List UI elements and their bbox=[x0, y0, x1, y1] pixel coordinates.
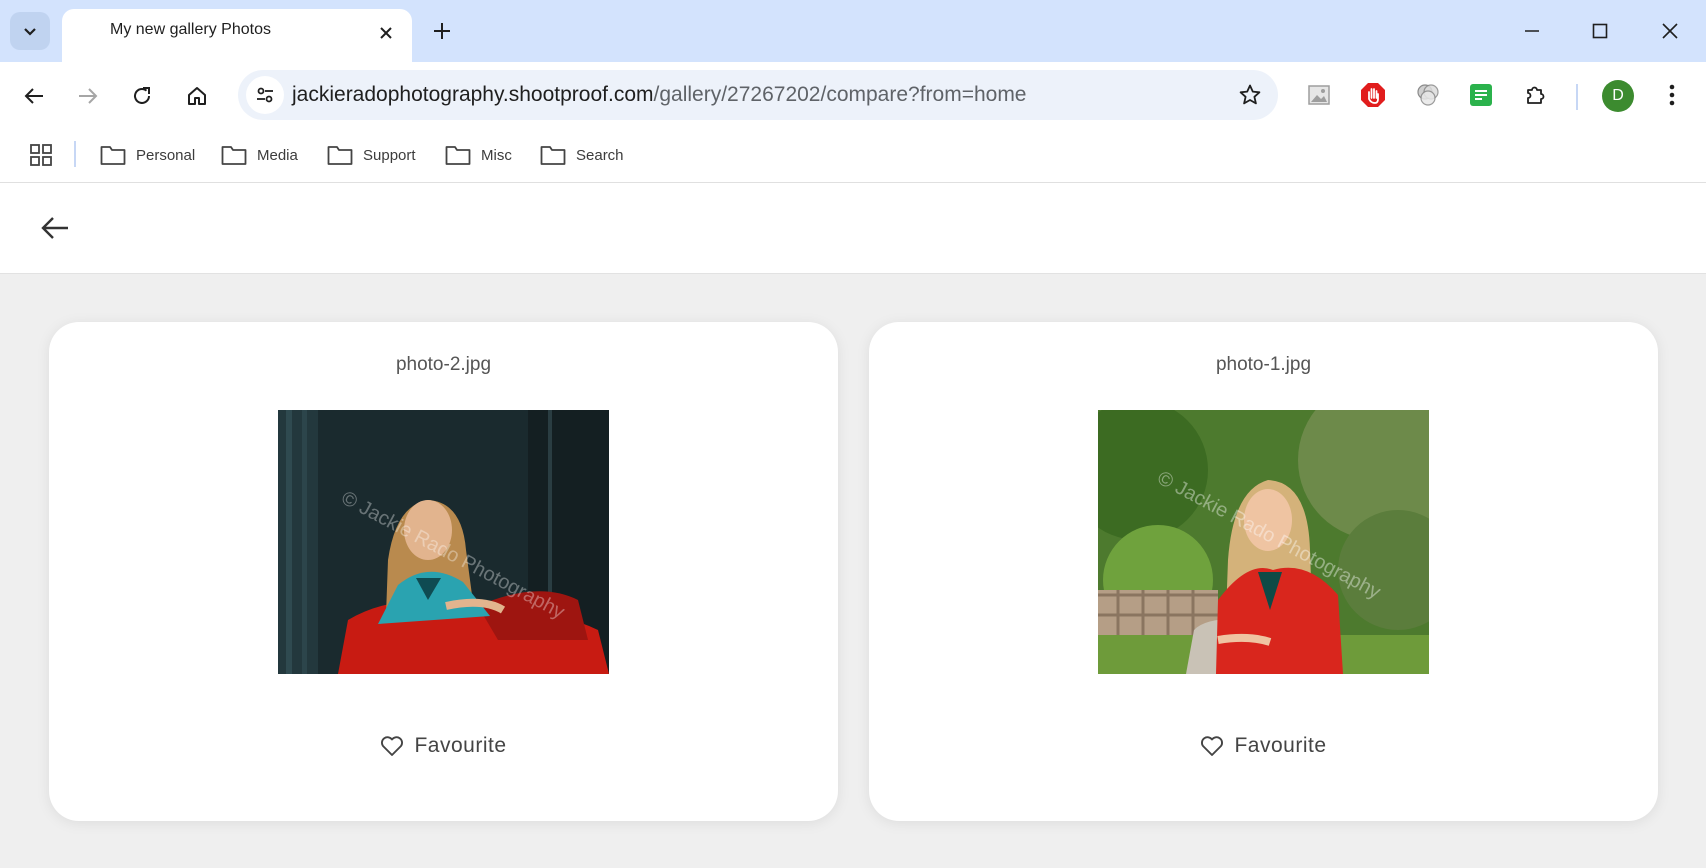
folder-icon bbox=[445, 146, 471, 165]
favourite-button[interactable]: Favourite bbox=[49, 734, 838, 758]
image-icon bbox=[1308, 85, 1330, 105]
browser-toolbar: jackieradophotography.shootproof.com/gal… bbox=[0, 62, 1706, 128]
tune-icon bbox=[257, 87, 273, 103]
bookmark-folder-misc[interactable]: Misc bbox=[445, 140, 512, 170]
bookmark-label: Misc bbox=[481, 146, 512, 164]
plus-icon bbox=[434, 23, 450, 39]
home-button[interactable] bbox=[177, 76, 217, 116]
chrome-menu-button[interactable] bbox=[1655, 78, 1689, 112]
heart-icon bbox=[1201, 736, 1224, 756]
extensions-button[interactable] bbox=[1519, 78, 1553, 112]
close-icon bbox=[1662, 23, 1678, 39]
notes-icon bbox=[1470, 84, 1492, 106]
favourite-label: Favourite bbox=[414, 734, 507, 757]
arrow-right-icon bbox=[79, 88, 98, 104]
folder-icon bbox=[540, 146, 566, 165]
maximize-button[interactable] bbox=[1580, 14, 1620, 48]
back-button[interactable] bbox=[14, 76, 54, 116]
bookmark-folder-media[interactable]: Media bbox=[221, 140, 298, 170]
active-tab[interactable]: My new gallery Photos bbox=[62, 9, 412, 62]
reload-button[interactable] bbox=[122, 76, 162, 116]
arrow-left-icon bbox=[24, 88, 43, 104]
toolbar-divider bbox=[1576, 84, 1578, 110]
reload-icon bbox=[134, 87, 150, 104]
apps-button[interactable] bbox=[26, 140, 56, 170]
image-extension-button[interactable] bbox=[1302, 78, 1336, 112]
favourite-button[interactable]: Favourite bbox=[869, 734, 1658, 758]
url-path: /gallery/27267202/compare?from=home bbox=[653, 83, 1027, 106]
photo-filename: photo-2.jpg bbox=[395, 354, 492, 375]
photo-thumbnail[interactable]: © Jackie Rado Photography bbox=[1098, 410, 1429, 674]
close-icon bbox=[380, 27, 392, 39]
tab-search-button[interactable] bbox=[10, 12, 50, 50]
url-host: jackieradophotography.shootproof.com bbox=[292, 83, 654, 106]
more-vertical-icon bbox=[1669, 84, 1675, 106]
folder-icon bbox=[100, 146, 126, 165]
url-text: jackieradophotography.shootproof.com/gal… bbox=[292, 83, 1027, 107]
adblock-extension-button[interactable] bbox=[1356, 78, 1390, 112]
forward-button[interactable] bbox=[68, 76, 108, 116]
gallery-back-button[interactable] bbox=[36, 209, 74, 247]
bookmark-folder-support[interactable]: Support bbox=[327, 140, 416, 170]
bookmark-label: Search bbox=[576, 146, 624, 164]
puzzle-icon bbox=[1527, 86, 1545, 104]
photo-thumbnail[interactable]: © Jackie Rado Photography bbox=[278, 410, 609, 674]
bookmark-folder-personal[interactable]: Personal bbox=[100, 140, 195, 170]
stop-hand-icon bbox=[1361, 83, 1385, 107]
maximize-icon bbox=[1592, 23, 1608, 39]
bookmark-star-button[interactable] bbox=[1236, 81, 1264, 109]
color-extension-button[interactable] bbox=[1411, 78, 1445, 112]
minimize-button[interactable] bbox=[1512, 14, 1552, 48]
bookmark-folder-search[interactable]: Search bbox=[540, 140, 624, 170]
tab-strip: My new gallery Photos bbox=[0, 0, 1706, 62]
new-tab-button[interactable] bbox=[428, 17, 456, 45]
favourite-label: Favourite bbox=[1234, 734, 1327, 757]
circles-icon bbox=[1417, 84, 1439, 106]
tab-close-button[interactable] bbox=[374, 21, 398, 45]
bookmarks-divider bbox=[74, 141, 76, 167]
bookmark-label: Media bbox=[257, 146, 298, 164]
star-icon bbox=[1239, 84, 1261, 105]
photo-filename: photo-1.jpg bbox=[1215, 354, 1312, 375]
arrow-left-icon bbox=[41, 217, 68, 239]
page-header bbox=[0, 183, 1706, 274]
home-icon bbox=[188, 87, 206, 105]
tab-title: My new gallery Photos bbox=[110, 21, 271, 38]
heart-icon bbox=[381, 736, 404, 756]
site-info-button[interactable] bbox=[246, 76, 284, 114]
portrait-photo: © Jackie Rado Photography bbox=[278, 410, 609, 674]
notes-extension-button[interactable] bbox=[1464, 78, 1498, 112]
address-bar[interactable]: jackieradophotography.shootproof.com/gal… bbox=[238, 70, 1278, 120]
minimize-icon bbox=[1525, 30, 1539, 32]
folder-icon bbox=[221, 146, 247, 165]
bookmark-label: Support bbox=[363, 146, 416, 164]
profile-avatar[interactable]: D bbox=[1602, 80, 1634, 112]
portrait-photo: © Jackie Rado Photography bbox=[1098, 410, 1429, 674]
bookmarks-bar: Personal Media Support Misc Search bbox=[0, 128, 1706, 183]
compare-card-right: photo-1.jpg © Jackie Rado Photography Fa… bbox=[869, 322, 1658, 821]
bookmark-label: Personal bbox=[136, 146, 196, 164]
compare-card-left: photo-2.jpg © Jackie Rado Photography Fa… bbox=[49, 322, 838, 821]
apps-grid-icon bbox=[30, 144, 52, 166]
window-close-button[interactable] bbox=[1650, 14, 1690, 48]
chevron-down-icon bbox=[24, 28, 36, 36]
folder-icon bbox=[327, 146, 353, 165]
